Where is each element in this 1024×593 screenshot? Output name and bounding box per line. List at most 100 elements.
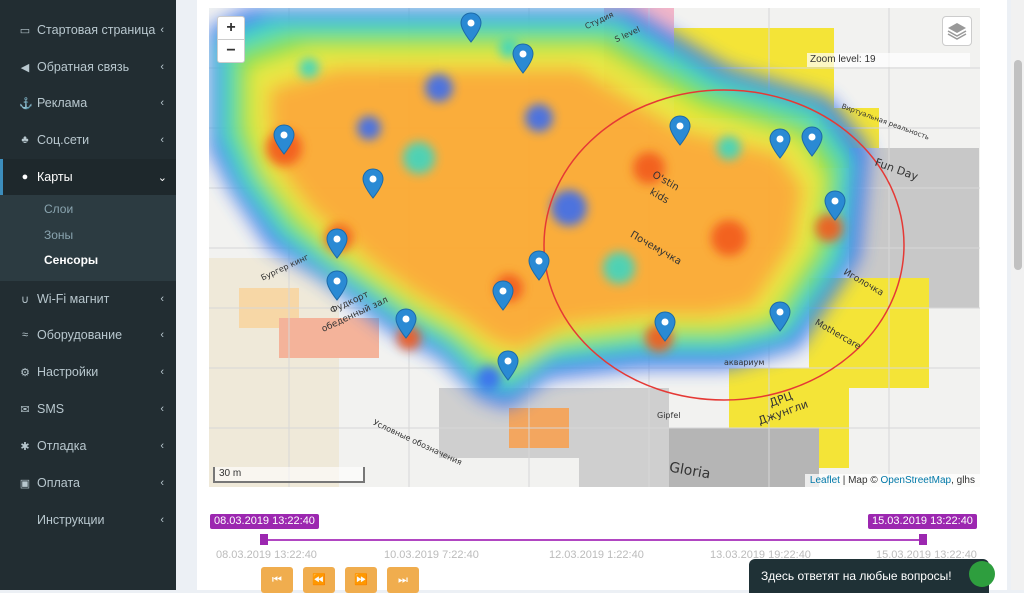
timeline-start-badge: 08.03.2019 13:22:40 bbox=[210, 514, 319, 529]
attribution-separator: | Map © bbox=[839, 475, 881, 486]
nav-debug[interactable]: ✱ Отладка ‹ bbox=[0, 428, 176, 464]
zoom-out-button[interactable]: − bbox=[218, 39, 244, 62]
chevron-left-icon: ‹ bbox=[160, 366, 164, 378]
support-chat-button[interactable]: Здесь ответят на любые вопросы! bbox=[749, 559, 989, 593]
sensor-marker[interactable] bbox=[528, 250, 550, 281]
submenu-layers[interactable]: Слои bbox=[44, 202, 73, 216]
sensor-marker[interactable] bbox=[769, 128, 791, 159]
nav-label: SMS bbox=[37, 402, 65, 416]
nav-label: Настройки bbox=[37, 365, 99, 379]
chevron-left-icon: ‹ bbox=[160, 514, 164, 526]
backward-button[interactable]: ⏪ bbox=[303, 567, 335, 593]
osm-link[interactable]: OpenStreetMap bbox=[880, 475, 951, 486]
chevron-left-icon: ‹ bbox=[160, 134, 164, 146]
nav-home[interactable]: ▭ Стартовая страница ‹ bbox=[0, 12, 176, 48]
sensor-marker[interactable] bbox=[497, 350, 519, 381]
zoom-control: + − bbox=[217, 16, 245, 63]
chevron-left-icon: ‹ bbox=[160, 61, 164, 73]
nav-label: Стартовая страница bbox=[37, 23, 156, 37]
sidebar: ▭ Стартовая страница ‹ ◀ Обратная связь ‹ ⚓ Р… bbox=[0, 0, 179, 590]
nav-ads[interactable]: ⚓ Реклама ‹ bbox=[0, 85, 176, 121]
bug-icon: ✱ bbox=[20, 440, 30, 453]
nav-equipment[interactable]: ≈ Оборудование ‹ bbox=[0, 317, 176, 353]
attribution-tail: , glhs bbox=[951, 475, 975, 486]
nav-label: Оплата bbox=[37, 476, 80, 490]
timeline-tick: 08.03.2019 13:22:40 bbox=[216, 549, 317, 561]
bullhorn-icon: ◀ bbox=[20, 61, 30, 74]
timeline-end-badge: 15.03.2019 13:22:40 bbox=[868, 514, 977, 529]
backward-icon: ⏪ bbox=[312, 574, 326, 586]
wifi-icon: ≈ bbox=[21, 329, 29, 341]
sensor-marker[interactable] bbox=[362, 168, 384, 199]
scale-bar: 30 m bbox=[213, 467, 365, 483]
nav-instructions[interactable]: Инструкции ‹ bbox=[0, 502, 176, 538]
map-attribution: Leaflet | Map © OpenStreetMap, glhs bbox=[804, 474, 980, 487]
chevron-left-icon: ‹ bbox=[160, 24, 164, 36]
sensor-marker[interactable] bbox=[512, 43, 534, 74]
desktop-icon: ▭ bbox=[19, 24, 31, 37]
chevron-left-icon: ‹ bbox=[160, 440, 164, 452]
nav-label: Оборудование bbox=[37, 328, 123, 342]
sensor-marker[interactable] bbox=[460, 12, 482, 43]
forward-icon: ⏩ bbox=[354, 574, 368, 586]
envelope-icon: ✉ bbox=[20, 403, 30, 416]
chevron-left-icon: ‹ bbox=[160, 293, 164, 305]
submenu-sensors[interactable]: Сенсоры bbox=[44, 253, 98, 267]
chat-status-icon bbox=[969, 561, 995, 587]
cogs-icon: ⚙ bbox=[20, 366, 30, 379]
sensor-marker[interactable] bbox=[395, 308, 417, 339]
nav-label: Отладка bbox=[37, 439, 87, 453]
timeline-tick: 10.03.2019 7:22:40 bbox=[384, 549, 479, 561]
maps-submenu: Слои Зоны Сенсоры bbox=[0, 195, 176, 281]
nav-social[interactable]: ♣ Соц.сети ‹ bbox=[0, 122, 176, 158]
sensor-marker[interactable] bbox=[669, 115, 691, 146]
nav-label: Обратная связь bbox=[37, 60, 130, 74]
magnet-icon: ∪ bbox=[20, 293, 30, 306]
leaflet-link[interactable]: Leaflet bbox=[810, 475, 840, 486]
forward-button[interactable]: ⏩ bbox=[345, 567, 377, 593]
fast-backward-icon: ⏮ bbox=[272, 574, 282, 586]
timeline-end-handle[interactable] bbox=[919, 534, 927, 545]
chevron-left-icon: ‹ bbox=[160, 477, 164, 489]
sensor-marker[interactable] bbox=[769, 301, 791, 332]
sensor-marker[interactable] bbox=[273, 124, 295, 155]
page-scrollbar[interactable] bbox=[1011, 0, 1024, 590]
money-icon: ▣ bbox=[19, 477, 31, 490]
heatmap-map[interactable]: Fun Day Иголочка Mothercare ДРЦ Джунгли … bbox=[209, 8, 980, 487]
label-aquarium: аквариум bbox=[724, 358, 765, 367]
nav-label: Инструкции bbox=[37, 513, 105, 527]
fast-forward-icon: ⏭ bbox=[398, 574, 408, 586]
submenu-zones[interactable]: Зоны bbox=[44, 228, 73, 242]
chevron-left-icon: ‹ bbox=[160, 329, 164, 341]
nav-payment[interactable]: ▣ Оплата ‹ bbox=[0, 465, 176, 501]
nav-label: Карты bbox=[37, 170, 73, 184]
layers-button[interactable] bbox=[942, 16, 972, 46]
fast-forward-button[interactable]: ⏭ bbox=[387, 567, 419, 593]
sensor-marker[interactable] bbox=[801, 126, 823, 157]
sensor-marker[interactable] bbox=[654, 311, 676, 342]
label-gipfel: Gipfel bbox=[657, 411, 681, 420]
layers-icon bbox=[947, 23, 967, 40]
timeline-tick: 12.03.2019 1:22:40 bbox=[549, 549, 644, 561]
nav-settings[interactable]: ⚙ Настройки ‹ bbox=[0, 354, 176, 390]
anchor-icon: ⚓ bbox=[19, 97, 33, 110]
sensor-marker[interactable] bbox=[326, 270, 348, 301]
nav-maps[interactable]: ● Карты ⌄ bbox=[0, 159, 179, 195]
chevron-left-icon: ‹ bbox=[160, 403, 164, 415]
zoom-in-button[interactable]: + bbox=[218, 17, 244, 39]
timeline-start-handle[interactable] bbox=[260, 534, 268, 545]
sensor-marker[interactable] bbox=[492, 280, 514, 311]
nav-wifi-magnet[interactable]: ∪ Wi-Fi магнит ‹ bbox=[0, 281, 176, 317]
thumbs-up-icon: ♣ bbox=[21, 134, 29, 146]
nav-feedback[interactable]: ◀ Обратная связь ‹ bbox=[0, 49, 176, 85]
nav-sms[interactable]: ✉ SMS ‹ bbox=[0, 391, 176, 427]
floorplan-heatmap bbox=[209, 8, 980, 487]
timeline-track[interactable] bbox=[264, 539, 924, 541]
sensor-marker[interactable] bbox=[824, 190, 846, 221]
sensor-marker[interactable] bbox=[326, 228, 348, 259]
map-marker-icon: ● bbox=[21, 171, 29, 183]
scrollbar-thumb[interactable] bbox=[1014, 60, 1022, 270]
zoom-level-readout: Zoom level: 19 bbox=[807, 53, 970, 67]
fast-backward-button[interactable]: ⏮ bbox=[261, 567, 293, 593]
nav-label: Реклама bbox=[37, 96, 88, 110]
